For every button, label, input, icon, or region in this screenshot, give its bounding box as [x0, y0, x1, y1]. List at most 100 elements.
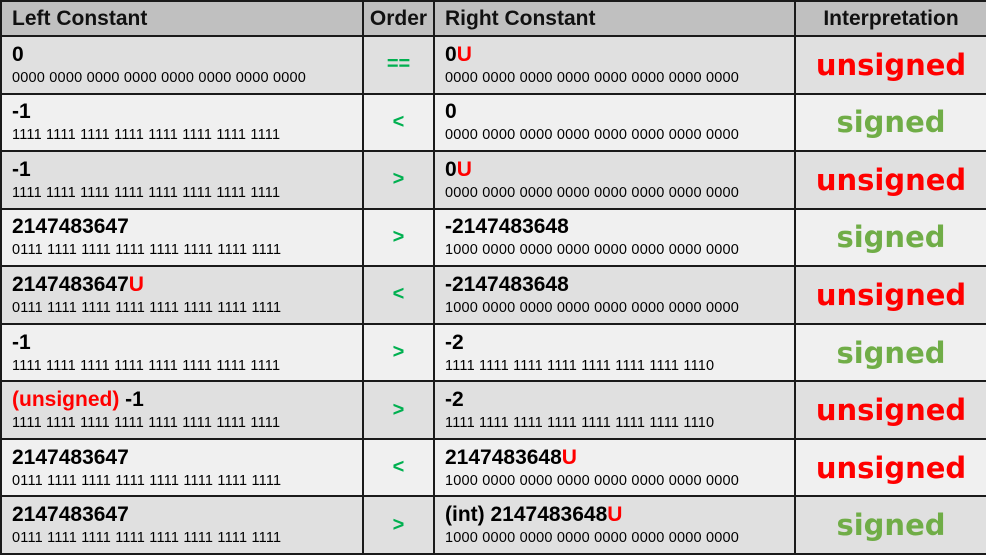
number: -1 — [125, 388, 144, 412]
left-constant-cell: 0 0000 0000 0000 0000 0000 0000 0000 0000 — [0, 35, 364, 95]
interpretation-cell: signed — [794, 322, 986, 383]
right-constant-cell: -2 1111 1111 1111 1111 1111 1111 1111 111… — [433, 322, 796, 383]
left-bit-pattern: 1111 1111 1111 1111 1111 1111 1111 1111 — [12, 127, 281, 144]
right-constant-cell: -2147483648 1000 0000 0000 0000 0000 0000… — [433, 265, 796, 325]
right-constant-value: -2 — [445, 330, 784, 356]
left-constant-value: 2147483647 — [12, 445, 352, 471]
order-cell: > — [362, 150, 435, 210]
unsigned-suffix: U — [128, 272, 144, 296]
order-cell: > — [362, 322, 435, 383]
interpretation-label: unsigned — [815, 277, 967, 312]
header-row: Left Constant Order Right Constant Inter… — [0, 0, 986, 37]
left-constant-value: -1 — [12, 330, 352, 356]
number: -2 — [445, 388, 464, 412]
left-bit-pattern: 1111 1111 1111 1111 1111 1111 1111 1111 — [12, 184, 281, 201]
table-row: -1 1111 1111 1111 1111 1111 1111 1111 111… — [0, 150, 986, 210]
order-cell: == — [362, 35, 435, 95]
cast-prefix: (int) — [445, 503, 491, 527]
left-constant-cell: -1 1111 1111 1111 1111 1111 1111 1111 111… — [0, 322, 364, 383]
order-operator: > — [392, 168, 405, 191]
right-constant-cell: (int) 2147483648U 1000 0000 0000 0000 000… — [433, 495, 796, 555]
left-constant-value: 0 — [12, 42, 352, 68]
order-operator: < — [392, 456, 405, 479]
table-row: (unsigned) -1 1111 1111 1111 1111 1111 11… — [0, 380, 986, 440]
interpretation-label: unsigned — [815, 450, 967, 485]
number: -2 — [445, 330, 464, 354]
right-constant-value: 2147483648U — [445, 445, 784, 471]
right-constant-cell: -2 1111 1111 1111 1111 1111 1111 1111 111… — [433, 380, 796, 440]
header-right-constant: Right Constant — [433, 0, 796, 37]
left-constant-value: -1 — [12, 99, 352, 125]
left-constant-cell: 2147483647 0111 1111 1111 1111 1111 1111 … — [0, 207, 364, 268]
right-constant-value: -2147483648 — [445, 272, 784, 298]
cast-prefix: (unsigned) — [12, 388, 126, 412]
left-bit-pattern: 0111 1111 1111 1111 1111 1111 1111 1111 — [12, 242, 282, 259]
number: 2147483648 — [490, 503, 608, 527]
right-bit-pattern: 0000 0000 0000 0000 0000 0000 0000 0000 — [445, 127, 740, 144]
header-interpretation: Interpretation — [794, 0, 986, 37]
left-constant-value: 2147483647 — [12, 502, 352, 528]
number: 0 — [445, 100, 457, 124]
interpretation-label: signed — [836, 508, 946, 543]
unsigned-suffix: U — [607, 503, 623, 527]
unsigned-suffix: U — [456, 42, 472, 66]
left-constant-cell: (unsigned) -1 1111 1111 1111 1111 1111 11… — [0, 380, 364, 440]
unsigned-suffix: U — [561, 445, 577, 469]
interpretation-label: signed — [836, 335, 946, 370]
order-operator: > — [392, 225, 405, 248]
number: -1 — [12, 157, 31, 181]
order-cell: > — [362, 495, 435, 555]
interpretation-label: signed — [836, 105, 946, 140]
order-operator: < — [392, 110, 405, 133]
order-cell: < — [362, 437, 435, 498]
left-constant-value: 2147483647U — [12, 272, 352, 298]
header-order: Order — [362, 0, 435, 37]
left-bit-pattern: 0111 1111 1111 1111 1111 1111 1111 1111 — [12, 299, 282, 316]
comparison-table: Left Constant Order Right Constant Inter… — [0, 0, 986, 555]
header-left-constant: Left Constant — [0, 0, 364, 37]
number: -2147483648 — [445, 272, 569, 296]
right-constant-cell: -2147483648 1000 0000 0000 0000 0000 0000… — [433, 207, 796, 268]
number: -1 — [12, 100, 31, 124]
right-constant-value: -2147483648 — [445, 214, 784, 240]
right-bit-pattern: 1000 0000 0000 0000 0000 0000 0000 0000 — [445, 242, 740, 259]
left-bit-pattern: 1111 1111 1111 1111 1111 1111 1111 1111 — [12, 415, 281, 432]
number: -2147483648 — [445, 215, 569, 239]
interpretation-cell: unsigned — [794, 150, 986, 210]
interpretation-cell: signed — [794, 495, 986, 555]
table-row: -1 1111 1111 1111 1111 1111 1111 1111 111… — [0, 92, 986, 153]
left-constant-cell: 2147483647U 0111 1111 1111 1111 1111 1111… — [0, 265, 364, 325]
number: 2147483647 — [12, 503, 129, 527]
right-constant-cell: 0U 0000 0000 0000 0000 0000 0000 0000 000… — [433, 35, 796, 95]
table-row: 2147483647U 0111 1111 1111 1111 1111 1111… — [0, 265, 986, 325]
number: 0 — [445, 157, 457, 181]
left-bit-pattern: 1111 1111 1111 1111 1111 1111 1111 1111 — [12, 357, 281, 374]
number: 0 — [445, 42, 457, 66]
order-operator: > — [392, 398, 405, 421]
right-bit-pattern: 1000 0000 0000 0000 0000 0000 0000 0000 — [445, 299, 740, 316]
table-row: 2147483647 0111 1111 1111 1111 1111 1111 … — [0, 495, 986, 555]
interpretation-label: unsigned — [815, 393, 967, 428]
interpretation-label: unsigned — [815, 162, 967, 197]
order-cell: > — [362, 380, 435, 440]
right-constant-cell: 0 0000 0000 0000 0000 0000 0000 0000 0000 — [433, 92, 796, 153]
interpretation-label: signed — [836, 220, 946, 255]
right-bit-pattern: 1000 0000 0000 0000 0000 0000 0000 0000 — [445, 472, 740, 489]
right-bit-pattern: 0000 0000 0000 0000 0000 0000 0000 0000 — [445, 184, 740, 201]
left-constant-cell: -1 1111 1111 1111 1111 1111 1111 1111 111… — [0, 150, 364, 210]
left-constant-value: 2147483647 — [12, 214, 352, 240]
right-constant-value: -2 — [445, 387, 784, 413]
order-operator: > — [392, 513, 405, 536]
left-constant-cell: -1 1111 1111 1111 1111 1111 1111 1111 111… — [0, 92, 364, 153]
right-bit-pattern: 1111 1111 1111 1111 1111 1111 1111 1110 — [445, 357, 715, 374]
number: 2147483647 — [12, 445, 129, 469]
table-row: 2147483647 0111 1111 1111 1111 1111 1111 … — [0, 207, 986, 268]
table-row: 0 0000 0000 0000 0000 0000 0000 0000 0000… — [0, 35, 986, 95]
number: 2147483647 — [12, 272, 129, 296]
left-bit-pattern: 0000 0000 0000 0000 0000 0000 0000 0000 — [12, 69, 307, 86]
interpretation-cell: unsigned — [794, 35, 986, 95]
number: 2147483648 — [445, 445, 562, 469]
interpretation-cell: unsigned — [794, 380, 986, 440]
right-constant-value: 0U — [445, 42, 784, 68]
right-constant-cell: 2147483648U 1000 0000 0000 0000 0000 0000… — [433, 437, 796, 498]
